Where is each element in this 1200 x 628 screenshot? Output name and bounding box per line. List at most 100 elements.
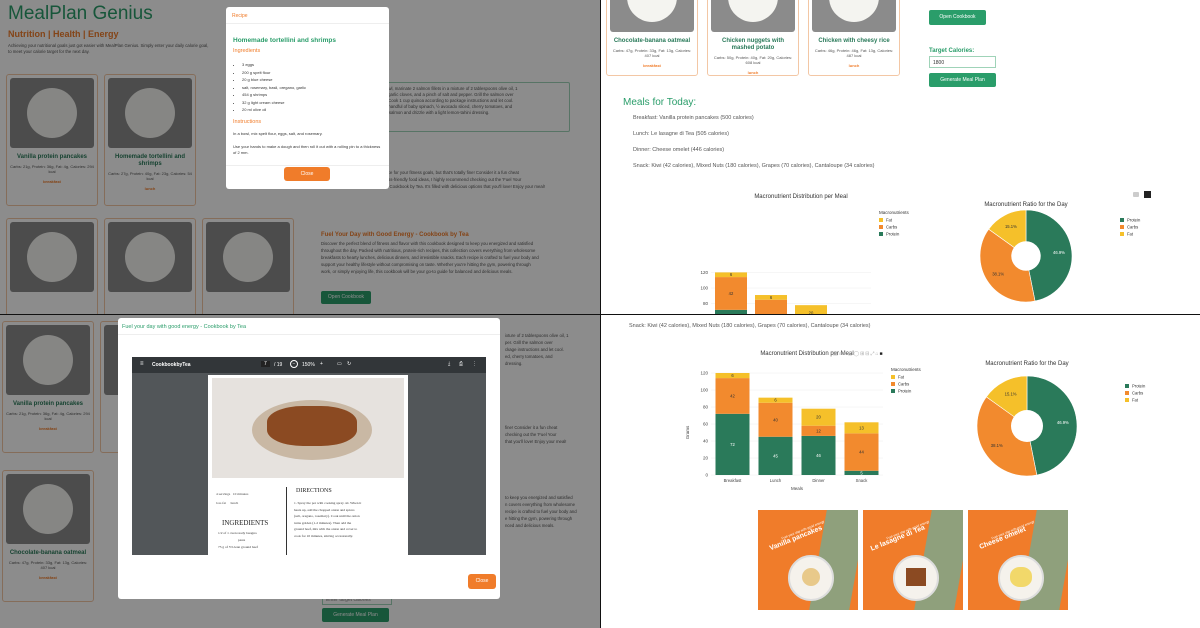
y-tick-label: 40 <box>703 439 709 444</box>
zoom-level[interactable]: 150% <box>302 362 315 368</box>
legend-swatch <box>1125 384 1129 388</box>
data-label: 42 <box>730 393 735 398</box>
legend-swatch <box>879 225 883 229</box>
macro-pie-chart: Macronutrient Ratio for the Day 46.9% 38.1… <box>979 202 1141 303</box>
screenshot-recipe-modal: MealPlan Genius Nutrition | Health | Ene… <box>0 0 600 314</box>
meal-card[interactable]: Chicken with cheesy rice Carbs: 46g, Pro… <box>808 0 900 76</box>
data-label: 72 <box>730 442 735 447</box>
ingredient-item: 200 g spelt flour <box>242 69 306 77</box>
meals-today-heading: Meals for Today: <box>623 97 697 108</box>
meal-snack: Snack: Kiwi (42 calories), Mixed Nuts (1… <box>633 163 875 169</box>
pdf-photo <box>212 378 404 478</box>
pdf-viewer[interactable]: ≡ CookbookbyTea 7 / 19 − 150% + ▭ ↻ ⤓ ⎙ … <box>132 357 486 555</box>
data-label: 12 <box>816 428 821 433</box>
target-calories-label: Target Calories: <box>929 48 975 54</box>
meal-macros: Carbs: 47g, Protein: 33g, Fat: 13g, Calo… <box>612 48 692 58</box>
y-tick-label: 100 <box>700 286 708 291</box>
pdf-toolbar: ≡ CookbookbyTea 7 / 19 − 150% + ▭ ↻ ⤓ ⎙ … <box>132 357 486 373</box>
plotly-logo-icon[interactable] <box>1144 191 1151 198</box>
plotly-logo-icon[interactable]: ■ <box>880 351 884 357</box>
meal-poster[interactable]: Fuel your day with good energy Cheese om… <box>968 510 1068 610</box>
zoom-in-icon[interactable]: + <box>320 361 323 367</box>
cookbook-modal: Fuel your day with good energy - Cookboo… <box>118 318 500 599</box>
poster-food <box>1010 567 1032 587</box>
legend-label: Protein <box>1127 218 1141 223</box>
pdf-step: 1. Spray the pot with cooking spray oil.… <box>294 500 361 539</box>
menu-icon[interactable]: ≡ <box>140 361 144 367</box>
pdf-ingredients-heading: INGREDIENTS <box>222 519 269 527</box>
data-label: 13 <box>859 425 864 430</box>
legend-label: Carbs <box>886 225 897 230</box>
pdf-page: 4 servings 10 minutes low-fat lunch INGR… <box>208 375 408 555</box>
legend-swatch <box>1120 218 1124 222</box>
pie-value-label: 38.1% <box>992 271 1004 276</box>
meal-lunch: Lunch: Le lasagne di Tea (505 calories) <box>633 131 729 137</box>
page-number[interactable]: 7 <box>261 361 270 367</box>
rotate-icon[interactable]: ↻ <box>347 361 351 367</box>
legend-swatch <box>1125 391 1129 395</box>
modal-header: Fuel your day with good energy - Cookboo… <box>122 324 247 330</box>
instruction-step: In a bowl, mix spelt flour, eggs, salt, … <box>233 131 323 136</box>
legend-swatch <box>891 375 895 379</box>
legend-label: Carbs <box>1127 225 1138 230</box>
pdf-ingredient: pasta <box>238 538 246 542</box>
generate-meal-plan-button[interactable]: Generate Meal Plan <box>929 73 996 87</box>
ingredient-item: 454 g shrimps <box>242 91 306 99</box>
chart-title: Macronutrient Distribution per Meal <box>754 194 847 200</box>
camera-icon[interactable] <box>1133 192 1139 197</box>
pdf-step-line: cook for 10 minutes, stirring occasional… <box>294 533 353 538</box>
meal-macros: Carbs: 46g, Protein: 46g, Fat: 13g, Calo… <box>814 48 894 58</box>
screenshot-charts-top: Chocolate-banana oatmeal Carbs: 47g, Pro… <box>600 0 1200 314</box>
meal-card[interactable]: Chicken nuggets with mashed potato Carbs… <box>707 0 799 76</box>
meal-poster[interactable]: Fuel your day with good energy Le lasagn… <box>863 510 963 610</box>
y-tick-label: 80 <box>703 405 709 410</box>
pie-hole <box>1011 241 1041 271</box>
servings-text: 4 servings <box>216 492 231 496</box>
recipe-title: Homemade tortellini and shrimps <box>233 37 336 44</box>
ingredient-item: 3 eggs <box>242 61 306 69</box>
data-label: 46 <box>816 453 821 458</box>
download-icon[interactable]: ⤓ <box>448 361 450 367</box>
legend-label: Fat <box>1132 398 1139 403</box>
y-axis-label: Grams <box>685 425 690 439</box>
pdf-ingredient: 75 g of 5% lean ground beef <box>218 545 258 549</box>
data-label: 20 <box>816 415 821 420</box>
legend-swatch <box>1120 225 1124 229</box>
data-label: 45 <box>773 453 778 458</box>
pdf-title: CookbookbyTea <box>152 362 191 368</box>
target-calories-input[interactable]: 1800 <box>929 56 996 68</box>
pie-hole <box>1011 410 1043 442</box>
y-tick-label: 120 <box>700 270 708 275</box>
meal-label: lunch <box>848 63 860 68</box>
screenshot-cookbook-viewer: Vanilla protein pancakes Carbs: 21g, Pro… <box>0 314 600 628</box>
pie-value-label: 46.9% <box>1053 250 1065 255</box>
ingredient-item: 20 g blue cheese <box>242 76 306 84</box>
meal-card[interactable]: Chocolate-banana oatmeal Carbs: 47g, Pro… <box>606 0 698 76</box>
mealtype-text: lunch <box>230 501 239 505</box>
meal-breakfast: Breakfast: Vanilla protein pancakes (500… <box>633 115 754 121</box>
open-cookbook-button[interactable]: Open Cookbook <box>929 10 986 25</box>
more-icon[interactable]: ⋮ <box>472 361 477 367</box>
x-tick-label: Breakfast <box>724 478 743 483</box>
legend-swatch <box>891 382 895 386</box>
close-button[interactable]: Close <box>284 167 330 181</box>
meal-poster[interactable]: Fuel your day with good energy Vanilla p… <box>758 510 858 610</box>
legend-label: Fat <box>886 218 893 223</box>
close-button[interactable]: Close <box>468 574 496 589</box>
meal-label: lunch <box>747 70 759 75</box>
chart-title: Macronutrient Ratio for the Day <box>984 202 1067 208</box>
data-label: 40 <box>773 417 778 422</box>
pdf-step-line: 1. Spray the pot with cooking spray oil.… <box>294 501 362 505</box>
diet-text: low-fat <box>216 501 227 505</box>
x-tick-label: Snack <box>856 478 869 483</box>
chart-title: Macronutrient Ratio for the Day <box>985 361 1068 367</box>
zoom-out-icon[interactable]: − <box>290 360 298 368</box>
print-icon[interactable]: ⎙ <box>459 361 463 367</box>
pdf-meta: 4 servings 10 minutes low-fat lunch <box>216 490 248 508</box>
y-tick-label: 20 <box>703 456 709 461</box>
y-tick-label: 80 <box>703 301 709 306</box>
legend-swatch <box>1120 232 1124 236</box>
fit-page-icon[interactable]: ▭ <box>337 361 342 367</box>
instructions-heading: Instructions <box>233 119 262 125</box>
pie-value-label: 15.1% <box>1005 391 1017 396</box>
